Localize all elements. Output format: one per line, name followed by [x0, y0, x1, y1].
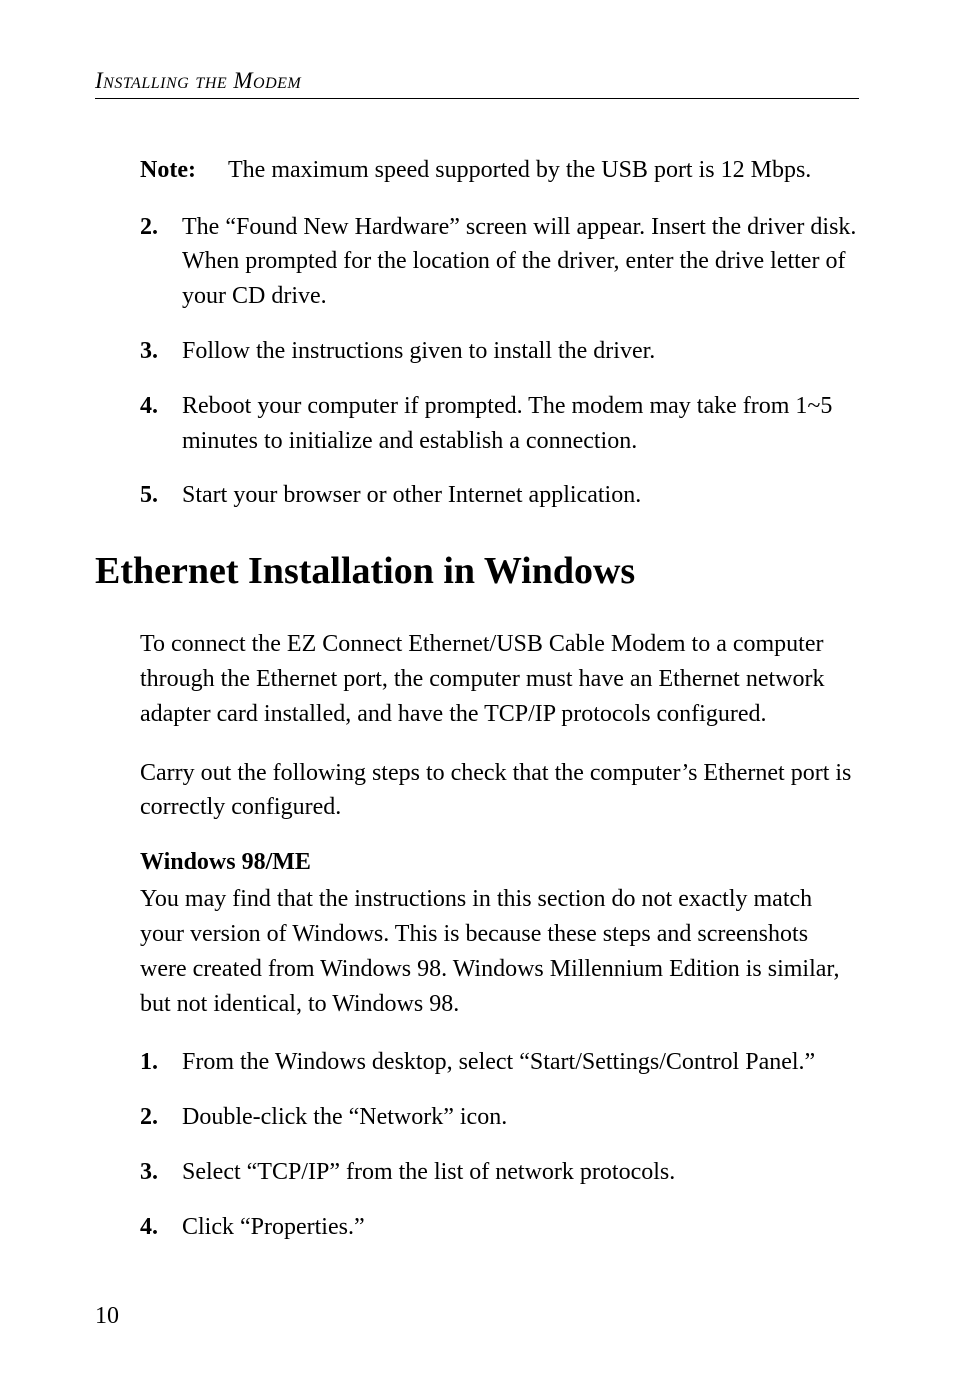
list-text: Select “TCP/IP” from the list of network… — [182, 1155, 859, 1190]
list-marker: 3. — [140, 1155, 182, 1190]
list-marker: 5. — [140, 478, 182, 513]
list-marker: 4. — [140, 1210, 182, 1245]
list-item: 2. The “Found New Hardware” screen will … — [140, 210, 859, 314]
header-rule — [95, 98, 859, 99]
list-marker: 4. — [140, 389, 182, 459]
list-marker: 2. — [140, 210, 182, 314]
paragraph: To connect the EZ Connect Ethernet/USB C… — [140, 627, 859, 731]
list-text: Double-click the “Network” icon. — [182, 1100, 859, 1135]
page-number: 10 — [95, 1303, 119, 1330]
list-item: 4. Click “Properties.” — [140, 1210, 859, 1245]
list-item: 1. From the Windows desktop, select “Sta… — [140, 1045, 859, 1080]
list-marker: 2. — [140, 1100, 182, 1135]
page-content: Note: The maximum speed supported by the… — [140, 154, 859, 1245]
list-text: Start your browser or other Internet app… — [182, 478, 859, 513]
section-heading: Ethernet Installation in Windows — [95, 549, 859, 593]
list-text: Reboot your computer if prompted. The mo… — [182, 389, 859, 459]
list-text: The “Found New Hardware” screen will app… — [182, 210, 859, 314]
list-marker: 3. — [140, 334, 182, 369]
running-header: Installing the Modem — [95, 68, 859, 94]
note-text: The maximum speed supported by the USB p… — [228, 154, 859, 188]
note-label: Note: — [140, 154, 228, 188]
list-text: Click “Properties.” — [182, 1210, 859, 1245]
windows-steps-list: 1. From the Windows desktop, select “Sta… — [140, 1045, 859, 1244]
list-marker: 1. — [140, 1045, 182, 1080]
list-text: Follow the instructions given to install… — [182, 334, 859, 369]
list-item: 2. Double-click the “Network” icon. — [140, 1100, 859, 1135]
list-item: 3. Select “TCP/IP” from the list of netw… — [140, 1155, 859, 1190]
continued-steps-list: 2. The “Found New Hardware” screen will … — [140, 210, 859, 514]
list-item: 4. Reboot your computer if prompted. The… — [140, 389, 859, 459]
note: Note: The maximum speed supported by the… — [140, 154, 859, 188]
list-text: From the Windows desktop, select “Start/… — [182, 1045, 859, 1080]
sub-heading: Windows 98/ME — [140, 849, 859, 876]
list-item: 3. Follow the instructions given to inst… — [140, 334, 859, 369]
paragraph: You may find that the instructions in th… — [140, 882, 859, 1021]
paragraph: Carry out the following steps to check t… — [140, 756, 859, 826]
list-item: 5. Start your browser or other Internet … — [140, 478, 859, 513]
